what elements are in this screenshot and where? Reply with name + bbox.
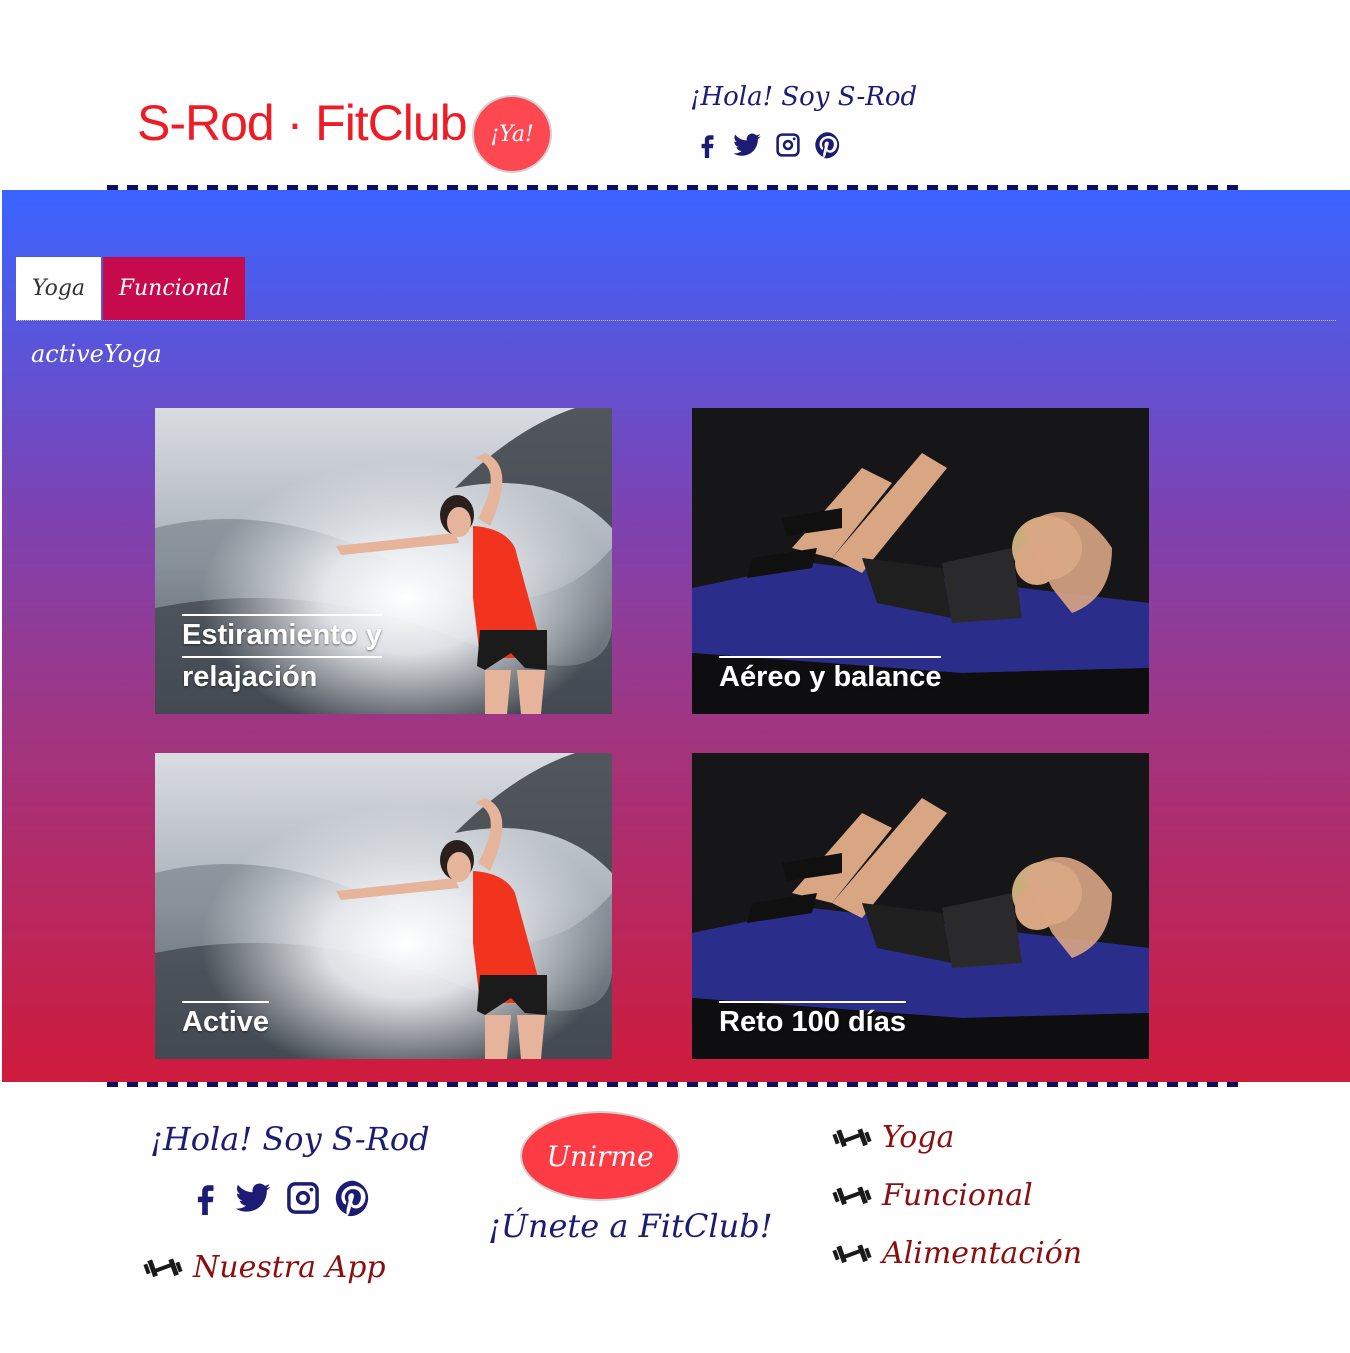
card-caption: Active [182,1001,269,1043]
active-tab-text: activeYoga [31,340,162,368]
footer-link-alimentacion[interactable]: Alimentación [832,1236,1082,1271]
card-title-line: Reto 100 días [719,1001,906,1043]
footer-link-label: Alimentación [882,1236,1083,1271]
card-caption: Reto 100 días [719,1001,906,1043]
card-aereo-balance[interactable]: Aéreo y balance [692,408,1149,714]
card-title-line: Aéreo y balance [719,656,941,698]
dumbbell-icon [832,1184,872,1208]
card-title-line: relajación [182,656,382,698]
tab-funcional[interactable]: Funcional [103,257,245,320]
dumbbell-icon [832,1126,872,1150]
social-links-header [694,130,842,160]
card-caption: Aéreo y balance [719,656,941,698]
join-button[interactable]: Unirme [522,1113,678,1199]
social-links-footer [188,1178,372,1218]
footer-link-app[interactable]: Nuestra App [143,1250,386,1285]
card-active[interactable]: Active [155,753,612,1059]
footer-link-yoga[interactable]: Yoga [832,1120,954,1155]
twitter-icon[interactable] [234,1178,272,1218]
card-estiramiento[interactable]: Estiramiento y relajación [155,408,612,714]
twitter-icon[interactable] [732,130,762,160]
join-text: ¡Únete a FitClub! [488,1207,773,1245]
footer-link-label: Yoga [882,1120,955,1155]
card-reto-100-dias[interactable]: Reto 100 días [692,753,1149,1059]
pinterest-icon[interactable] [814,130,842,160]
ya-badge[interactable]: ¡Ya! [474,97,550,171]
dashed-divider-bottom [107,1082,1247,1087]
facebook-icon[interactable] [694,130,720,160]
footer-link-label: Nuestra App [193,1250,386,1285]
dumbbell-icon [832,1242,872,1266]
tab-bar: Yoga Funcional [16,257,1336,321]
dumbbell-icon [143,1256,183,1280]
card-title-line: Estiramiento y [182,614,382,656]
facebook-icon[interactable] [188,1178,222,1218]
site-header: S-Rod · FitClub ¡Ya! ¡Hola! Soy S-Rod [0,0,1350,190]
pinterest-icon[interactable] [334,1178,372,1218]
card-title-line: Active [182,1001,269,1043]
tab-yoga[interactable]: Yoga [16,257,101,320]
header-greeting: ¡Hola! Soy S-Rod [690,82,918,112]
footer-link-label: Funcional [882,1178,1033,1213]
brand-logo[interactable]: S-Rod · FitClub [137,94,468,152]
main-section: Yoga Funcional activeYoga Estiramiento y… [2,190,1350,1082]
footer-link-funcional[interactable]: Funcional [832,1178,1033,1213]
footer-greeting: ¡Hola! Soy S-Rod [150,1120,430,1158]
card-caption: Estiramiento y relajación [182,614,382,698]
instagram-icon[interactable] [284,1178,322,1218]
instagram-icon[interactable] [774,130,802,160]
